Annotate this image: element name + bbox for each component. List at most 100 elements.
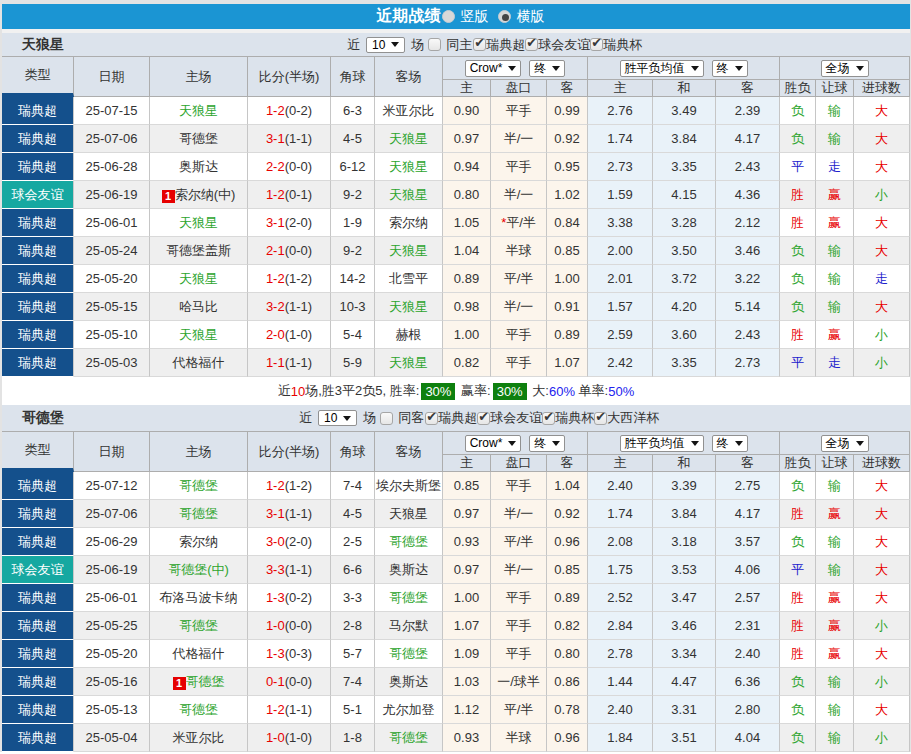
radio-horizontal-layout-icon[interactable] [498, 10, 511, 23]
away-team-link[interactable]: 天狼星 [389, 187, 428, 202]
away-team-link[interactable]: 哥德堡 [389, 534, 428, 549]
away-team-link[interactable]: 哥德堡 [389, 590, 428, 605]
home-team-link[interactable]: 哥德堡 [179, 478, 218, 493]
odds-time-select[interactable]: 终 [529, 60, 565, 77]
avg-odds-select[interactable]: 胜平负均值 [620, 60, 704, 77]
games-label: 场 [411, 36, 424, 54]
date-cell: 25-06-28 [74, 153, 150, 181]
league-checkbox-label[interactable]: 大西洋杯 [607, 409, 659, 427]
league-checkbox-label[interactable]: 瑞典杯 [555, 409, 594, 427]
same-venue-label[interactable]: 同客 [398, 409, 424, 427]
league-checkbox[interactable] [590, 38, 603, 51]
avg-home-cell: 2.40 [588, 472, 653, 500]
recent-count-select[interactable]: 10 [366, 37, 405, 53]
home-team-link[interactable]: 索尔纳 [179, 534, 218, 549]
home-team-link[interactable]: 哈马比 [179, 299, 218, 314]
home-team-cell: 布洛马波卡纳 [150, 584, 248, 612]
odds-away-cell: 0.89 [547, 584, 588, 612]
col-date: 日期 [74, 56, 150, 97]
away-team-link[interactable]: 北雪平 [389, 271, 428, 286]
league-checkbox[interactable] [594, 412, 607, 425]
away-team-link[interactable]: 天狼星 [389, 159, 428, 174]
away-team-link[interactable]: 天狼星 [389, 355, 428, 370]
league-checkbox[interactable] [477, 412, 490, 425]
home-team-cell: 1索尔纳(中) [150, 181, 248, 209]
odds-company-select[interactable]: Crow* [465, 60, 522, 77]
scope-select[interactable]: 全场 [821, 60, 869, 77]
home-team-link[interactable]: 天狼星 [179, 215, 218, 230]
date-cell: 25-05-24 [74, 237, 150, 265]
home-team-link[interactable]: 天狼星 [179, 103, 218, 118]
league-cell: 瑞典超 [2, 265, 74, 293]
home-team-link[interactable]: 天狼星 [179, 327, 218, 342]
away-team-link[interactable]: 尤尔加登 [383, 702, 435, 717]
league-checkbox-label[interactable]: 球会友谊 [490, 409, 542, 427]
home-team-link[interactable]: 代格福什 [173, 355, 225, 370]
league-cell: 瑞典超 [2, 153, 74, 181]
away-team-link[interactable]: 哥德堡 [389, 646, 428, 661]
home-team-link[interactable]: 哥德堡 [179, 131, 218, 146]
league-checkbox[interactable] [425, 412, 438, 425]
away-team-cell: 埃尔夫斯堡 [375, 472, 443, 500]
odds-time-select[interactable]: 终 [529, 435, 565, 452]
radio-horizontal-layout-label[interactable]: 横版 [517, 8, 545, 26]
league-checkbox-label[interactable]: 球会友谊 [538, 36, 590, 54]
avg-odds-select[interactable]: 胜平负均值 [620, 435, 704, 452]
home-team-link[interactable]: 奥斯达 [179, 159, 218, 174]
chevron-down-icon [691, 441, 699, 446]
away-team-cell: 哥德堡 [375, 584, 443, 612]
league-checkbox[interactable] [525, 38, 538, 51]
away-team-link[interactable]: 天狼星 [389, 243, 428, 258]
home-team-link[interactable]: 布洛马波卡纳 [160, 590, 238, 605]
league-checkbox-group: 瑞典超 球会友谊 瑞典杯 大西洋杯 [425, 409, 659, 427]
away-team-link[interactable]: 马尔默 [389, 618, 428, 633]
corner-cell: 2-8 [331, 612, 375, 640]
league-checkbox[interactable] [542, 412, 555, 425]
away-team-link[interactable]: 索尔纳 [389, 215, 428, 230]
col-result: 胜负 [780, 80, 816, 97]
same-venue-checkbox[interactable] [428, 38, 441, 51]
away-team-link[interactable]: 天狼星 [389, 299, 428, 314]
away-team-link[interactable]: 哥德堡 [389, 730, 428, 745]
scope-select[interactable]: 全场 [821, 435, 869, 452]
avg-time-select[interactable]: 终 [712, 435, 748, 452]
league-checkbox-label[interactable]: 瑞典超 [438, 409, 477, 427]
avg-draw-cell: 3.31 [653, 696, 716, 724]
home-team-link[interactable]: 哥德堡 [179, 618, 218, 633]
home-team-link[interactable]: 哥德堡(中) [168, 562, 229, 577]
home-team-link[interactable]: 天狼星 [179, 271, 218, 286]
radio-vertical-layout-label[interactable]: 竖版 [461, 8, 489, 26]
home-team-link[interactable]: 哥德堡盖斯 [166, 243, 231, 258]
home-team-link[interactable]: 索尔纳(中) [175, 187, 236, 202]
home-team-link[interactable]: 哥德堡 [179, 702, 218, 717]
away-team-link[interactable]: 米亚尔比 [383, 103, 435, 118]
handicap-result-cell: 输 [816, 125, 854, 153]
score-cell: 1-2(1-2) [248, 265, 331, 293]
avg-time-select[interactable]: 终 [712, 60, 748, 77]
away-team-link[interactable]: 奥斯达 [389, 562, 428, 577]
league-cell: 球会友谊 [2, 556, 74, 584]
league-checkbox-label[interactable]: 瑞典杯 [603, 36, 642, 54]
league-checkbox[interactable] [473, 38, 486, 51]
home-team-link[interactable]: 哥德堡 [179, 506, 218, 521]
home-team-link[interactable]: 代格福什 [173, 646, 225, 661]
col-home: 主场 [150, 431, 248, 472]
goals-result-cell: 小 [854, 724, 910, 752]
avg-home-cell: 2.40 [588, 696, 653, 724]
chevron-down-icon [735, 66, 743, 71]
odds-company-select[interactable]: Crow* [465, 435, 522, 452]
same-venue-label[interactable]: 同主 [446, 36, 472, 54]
same-venue-checkbox[interactable] [380, 412, 393, 425]
home-team-link[interactable]: 哥德堡 [186, 674, 225, 689]
away-team-link[interactable]: 埃尔夫斯堡 [376, 478, 441, 493]
home-team-link[interactable]: 米亚尔比 [173, 730, 225, 745]
radio-vertical-layout-icon[interactable] [442, 10, 455, 23]
away-team-link[interactable]: 天狼星 [389, 506, 428, 521]
away-team-link[interactable]: 赫根 [396, 327, 422, 342]
odds-home-cell: 0.97 [443, 556, 491, 584]
league-checkbox-label[interactable]: 瑞典超 [486, 36, 525, 54]
away-team-link[interactable]: 奥斯达 [389, 674, 428, 689]
away-team-link[interactable]: 天狼星 [389, 131, 428, 146]
odds-away-cell: 0.92 [547, 500, 588, 528]
recent-count-select[interactable]: 10 [318, 410, 357, 426]
